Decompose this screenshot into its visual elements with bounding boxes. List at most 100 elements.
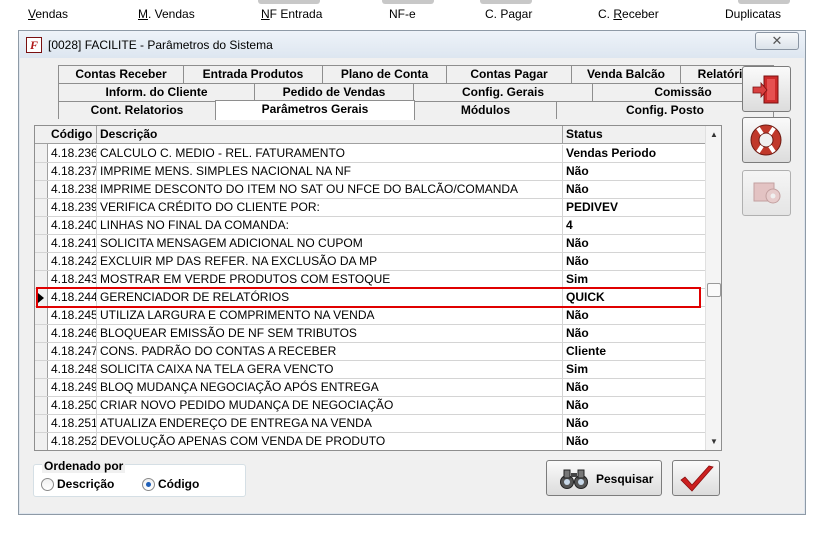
tab-contas-pagar[interactable]: Contas Pagar [446,65,572,83]
cell-codigo[interactable]: 4.18.237 [48,163,97,181]
scroll-down-arrow-icon[interactable]: ▼ [706,433,721,450]
tab-contas-receber[interactable]: Contas Receber [58,65,184,83]
cell-descricao[interactable]: BLOQUEAR EMISSÃO DE NF SEM TRIBUTOS [97,325,563,343]
cell-descricao[interactable]: CRIAR NOVO PEDIDO MUDANÇA DE NEGOCIAÇÃO [97,397,563,415]
tab-config-gerais[interactable]: Config. Gerais [413,83,593,101]
cell-descricao[interactable]: LINHAS NO FINAL DA COMANDA: [97,217,563,235]
cell-codigo[interactable]: 4.18.245 [48,307,97,325]
cell-status[interactable]: Não [563,307,705,325]
tab-plano-de-conta[interactable]: Plano de Conta [322,65,447,83]
cell-status[interactable]: Não [563,397,705,415]
cell-codigo[interactable]: 4.18.247 [48,343,97,361]
toolbar-duplicatas[interactable]: Duplicatas [725,7,781,21]
help-button[interactable] [742,117,791,163]
column-header-descricao[interactable]: Descrição [97,126,563,144]
search-button[interactable]: Pesquisar [546,460,662,496]
cell-status[interactable]: Cliente [563,343,705,361]
cell-codigo[interactable]: 4.18.239 [48,199,97,217]
cell-status[interactable]: PEDIVEV [563,199,705,217]
cell-descricao[interactable]: CALCULO C. MEDIO - REL. FATURAMENTO [97,145,563,163]
cell-codigo[interactable]: 4.18.250 [48,397,97,415]
table-row[interactable]: 4.18.240 LINHAS NO FINAL DA COMANDA: 4 [35,217,705,235]
order-by-codigo-radio[interactable] [142,478,155,491]
table-row[interactable]: 4.18.252 DEVOLUÇÃO APENAS COM VENDA DE PR… [35,433,705,450]
cell-codigo[interactable]: 4.18.251 [48,415,97,433]
column-header-codigo[interactable]: Código [48,126,97,144]
table-row[interactable]: 4.18.251 ATUALIZA ENDEREÇO DE ENTREGA NA … [35,415,705,433]
cell-status[interactable]: Sim [563,361,705,379]
tab-cont-relatorios[interactable]: Cont. Relatorios [58,101,216,119]
close-button[interactable]: ✕ [755,32,799,50]
vertical-scrollbar[interactable]: ▲ ▼ [705,126,721,450]
tab-venda-balcao[interactable]: Venda Balcão [571,65,681,83]
scroll-thumb[interactable] [707,283,721,297]
cell-descricao[interactable]: UTILIZA LARGURA E COMPRIMENTO NA VENDA [97,307,563,325]
cell-codigo[interactable]: 4.18.238 [48,181,97,199]
cell-descricao[interactable]: IMPRIME MENS. SIMPLES NACIONAL NA NF [97,163,563,181]
table-row[interactable]: 4.18.245 UTILIZA LARGURA E COMPRIMENTO NA… [35,307,705,325]
cell-descricao[interactable]: CONS. PADRÃO DO CONTAS A RECEBER [97,343,563,361]
tab-inform-cliente[interactable]: Inform. do Cliente [58,83,255,101]
cell-descricao[interactable]: ATUALIZA ENDEREÇO DE ENTREGA NA VENDA [97,415,563,433]
cell-codigo[interactable]: 4.18.242 [48,253,97,271]
cell-descricao[interactable]: SOLICITA MENSAGEM ADICIONAL NO CUPOM [97,235,563,253]
toolbar-nf-entrada[interactable]: NF Entrada [261,7,322,21]
cell-descricao[interactable]: BLOQ MUDANÇA NEGOCIAÇÃO APÓS ENTREGA [97,379,563,397]
cell-descricao[interactable]: IMPRIME DESCONTO DO ITEM NO SAT OU NFCE … [97,181,563,199]
cell-status[interactable]: Vendas Periodo [563,145,705,163]
confirm-button[interactable] [672,460,720,496]
tab-entrada-produtos[interactable]: Entrada Produtos [183,65,323,83]
toolbar-contas-receber[interactable]: C. Receber [598,7,659,21]
cell-descricao[interactable]: VERIFICA CRÉDITO DO CLIENTE POR: [97,199,563,217]
table-row[interactable]: 4.18.249 BLOQ MUDANÇA NEGOCIAÇÃO APÓS ENT… [35,379,705,397]
tab-pedido-vendas[interactable]: Pedido de Vendas [254,83,414,101]
cell-status[interactable]: Não [563,415,705,433]
table-row[interactable]: 4.18.247 CONS. PADRÃO DO CONTAS A RECEBER… [35,343,705,361]
cell-status[interactable]: 4 [563,217,705,235]
cell-status[interactable]: Não [563,253,705,271]
toolbar-contas-pagar[interactable]: C. Pagar [485,7,532,21]
order-by-descricao-label[interactable]: Descrição [57,477,114,491]
cell-descricao[interactable]: DEVOLUÇÃO APENAS COM VENDA DE PRODUTO [97,433,563,450]
table-row[interactable]: 4.18.242 EXCLUIR MP DAS REFER. NA EXCLUSÃ… [35,253,705,271]
tab-modulos[interactable]: Módulos [414,101,557,119]
table-row[interactable]: 4.18.238 IMPRIME DESCONTO DO ITEM NO SAT … [35,181,705,199]
cell-codigo[interactable]: 4.18.240 [48,217,97,235]
cell-descricao[interactable]: SOLICITA CAIXA NA TELA GERA VENCTO [97,361,563,379]
toolbar-button-edge [480,0,532,4]
column-header-status[interactable]: Status [563,126,705,144]
checkmark-icon [680,465,714,492]
table-row[interactable]: 4.18.237 IMPRIME MENS. SIMPLES NACIONAL N… [35,163,705,181]
parametros-grid: Código Descrição Status 4.18.236 CALCULO … [34,125,722,451]
table-row[interactable]: 4.18.246 BLOQUEAR EMISSÃO DE NF SEM TRIBU… [35,325,705,343]
toolbar-m-vendas[interactable]: M. Vendas [138,7,195,21]
cell-descricao[interactable]: EXCLUIR MP DAS REFER. NA EXCLUSÃO DA MP [97,253,563,271]
order-by-descricao-radio[interactable] [41,478,54,491]
cell-status[interactable]: Não [563,163,705,181]
order-by-codigo-label[interactable]: Código [158,477,199,491]
exit-button[interactable] [742,66,791,112]
cell-codigo[interactable]: 4.18.252 [48,433,97,450]
window-title: [0028] FACILITE - Parâmetros do Sistema [48,38,273,52]
cell-codigo[interactable]: 4.18.236 [48,145,97,163]
cell-status[interactable]: Não [563,181,705,199]
cell-status[interactable]: Não [563,379,705,397]
scroll-up-arrow-icon[interactable]: ▲ [706,126,721,143]
cell-codigo[interactable]: 4.18.249 [48,379,97,397]
tab-parametros-gerais[interactable]: Parâmetros Gerais [215,100,415,120]
cell-codigo[interactable]: 4.18.241 [48,235,97,253]
table-row[interactable]: 4.18.236 CALCULO C. MEDIO - REL. FATURAME… [35,145,705,163]
table-row[interactable]: 4.18.248 SOLICITA CAIXA NA TELA GERA VENC… [35,361,705,379]
toolbar-nfe[interactable]: NF-e [389,7,416,21]
cell-status[interactable]: Não [563,325,705,343]
cell-status[interactable]: Não [563,433,705,450]
table-row[interactable]: 4.18.250 CRIAR NOVO PEDIDO MUDANÇA DE NEG… [35,397,705,415]
settings-button[interactable] [742,170,791,216]
cell-codigo[interactable]: 4.18.246 [48,325,97,343]
table-row[interactable]: 4.18.241 SOLICITA MENSAGEM ADICIONAL NO C… [35,235,705,253]
toolbar-vendas[interactable]: Vendas [28,7,68,21]
cell-codigo[interactable]: 4.18.248 [48,361,97,379]
table-row[interactable]: 4.18.239 VERIFICA CRÉDITO DO CLIENTE POR:… [35,199,705,217]
binoculars-icon [560,469,588,489]
cell-status[interactable]: Não [563,235,705,253]
